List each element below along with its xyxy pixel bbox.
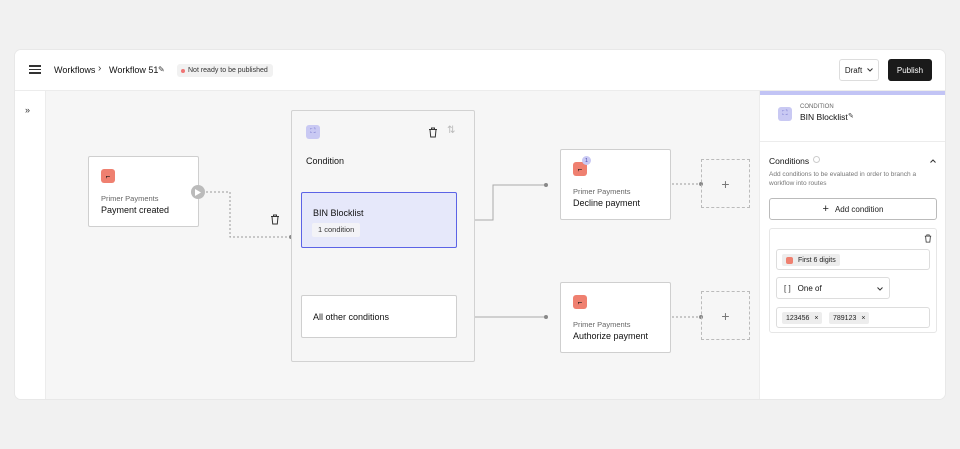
panel-title: BIN Blocklist <box>800 112 848 122</box>
value-chip: 123456 × <box>782 312 823 324</box>
plus-icon: + <box>822 203 829 215</box>
expand-sidebar-icon[interactable]: » <box>25 105 30 115</box>
condition-icon: ⛶ <box>778 107 792 121</box>
publish-button[interactable]: Publish <box>888 59 932 81</box>
bracket-icon: [ ] <box>784 283 791 293</box>
info-icon[interactable] <box>813 156 820 163</box>
remove-value-icon[interactable]: × <box>814 315 818 322</box>
field-chip: First 6 digits <box>782 254 840 266</box>
draft-label: Draft <box>844 65 863 75</box>
operator-value: One of <box>797 283 822 293</box>
chevron-down-icon <box>877 287 883 291</box>
workflow-editor-window: Workflows › Workflow 51 ✎ Not ready to b… <box>15 50 945 399</box>
route-other-title: All other conditions <box>313 312 390 322</box>
primer-app-icon: ⌐ <box>573 295 587 309</box>
play-icon[interactable] <box>191 185 205 199</box>
workflow-canvas[interactable]: ⌐ Primer Payments Payment created ⛶ ⇅ Co… <box>46 91 759 399</box>
trigger-node[interactable]: ⌐ Primer Payments Payment created <box>88 156 199 227</box>
add-condition-label: Add condition <box>834 204 884 214</box>
authorize-app-name: Primer Payments <box>573 320 631 329</box>
status-dot-icon <box>181 68 185 73</box>
status-badge: Not ready to be published <box>177 64 273 77</box>
conditions-section-title: Conditions <box>769 156 810 166</box>
delete-rule-icon[interactable] <box>924 234 932 243</box>
left-rail: » <box>15 91 46 399</box>
delete-condition-icon[interactable] <box>428 127 438 138</box>
route-condition-count: 1 condition <box>312 223 361 237</box>
route-title: BIN Blocklist <box>313 208 364 218</box>
panel-accent-bar <box>760 91 945 95</box>
condition-icon: ⛶ <box>306 125 320 139</box>
properties-panel: ⛶ CONDITION BIN Blocklist ✎ Conditions A… <box>759 91 945 399</box>
route-all-other-conditions[interactable]: All other conditions <box>301 295 457 338</box>
chevron-down-icon <box>867 68 874 72</box>
reorder-icon[interactable]: ⇅ <box>447 125 455 136</box>
primer-app-icon <box>786 256 793 264</box>
trigger-app-name: Primer Payments <box>101 194 159 203</box>
remove-value-icon[interactable]: × <box>861 315 865 322</box>
operator-select[interactable]: [ ] One of <box>776 277 890 299</box>
delete-connection-icon[interactable] <box>270 214 280 225</box>
condition-card: First 6 digits [ ] One of 123456 × 78912… <box>769 228 937 333</box>
trigger-title: Payment created <box>101 205 170 215</box>
notification-count-badge: 1 <box>582 156 591 165</box>
field-selector[interactable]: First 6 digits <box>776 249 930 270</box>
decline-payment-node[interactable]: ⌐ 1 Primer Payments Decline payment <box>560 149 671 220</box>
add-condition-button[interactable]: + Add condition <box>769 198 937 220</box>
top-bar: Workflows › Workflow 51 ✎ Not ready to b… <box>15 50 945 91</box>
authorize-title: Authorize payment <box>573 331 649 341</box>
condition-group-title: Condition <box>306 156 345 166</box>
edit-name-icon[interactable]: ✎ <box>158 65 165 74</box>
value-chip: 789123 × <box>829 312 870 324</box>
authorize-payment-node[interactable]: ⌐ Primer Payments Authorize payment <box>560 282 671 353</box>
value-chip-label: 789123 <box>833 314 857 322</box>
plus-icon: + <box>721 175 730 192</box>
panel-divider <box>760 141 945 142</box>
edit-title-icon[interactable]: ✎ <box>848 112 854 120</box>
chevron-up-icon[interactable] <box>930 159 936 163</box>
panel-kind-label: CONDITION <box>800 104 834 110</box>
field-chip-label: First 6 digits <box>798 256 836 264</box>
breadcrumb-workflows[interactable]: Workflows <box>54 65 95 75</box>
plus-icon: + <box>721 307 730 324</box>
add-step-after-decline[interactable]: + <box>701 159 750 208</box>
conditions-help-text: Add conditions to be evaluated in order … <box>769 171 917 187</box>
values-input[interactable]: 123456 × 789123 × <box>776 307 930 328</box>
status-badge-text: Not ready to be published <box>188 67 268 74</box>
play-triangle <box>195 188 201 196</box>
chevron-right-icon: › <box>98 63 102 74</box>
draft-dropdown-button[interactable]: Draft <box>839 59 879 81</box>
workflow-name: Workflow 51 <box>109 65 159 75</box>
menu-icon[interactable] <box>29 63 41 77</box>
decline-app-name: Primer Payments <box>573 187 631 196</box>
condition-group[interactable]: ⛶ ⇅ Condition BIN Blocklist 1 condition … <box>291 110 475 362</box>
decline-title: Decline payment <box>573 198 641 208</box>
value-chip-label: 123456 <box>786 314 810 322</box>
route-bin-blocklist[interactable]: BIN Blocklist 1 condition <box>301 192 457 248</box>
primer-app-icon: ⌐ <box>101 169 115 183</box>
add-step-after-authorize[interactable]: + <box>701 291 750 340</box>
